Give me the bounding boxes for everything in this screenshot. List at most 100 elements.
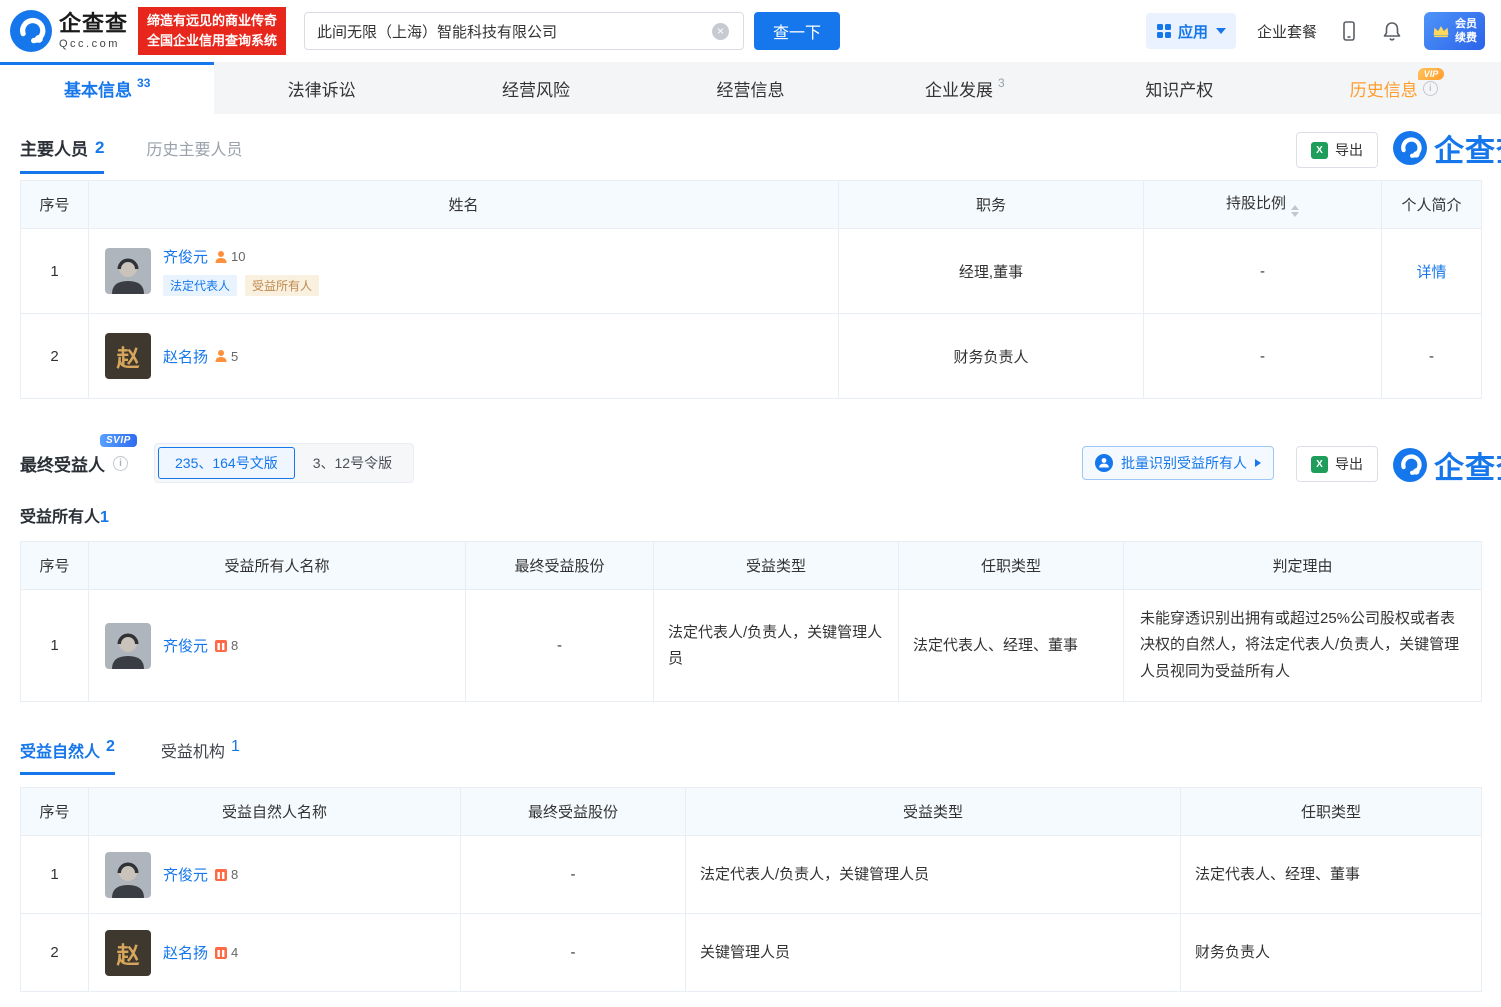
tab-history-info[interactable]: VIP 历史信息 i — [1287, 62, 1501, 114]
natural-person-count: 2 — [106, 738, 115, 762]
tab-enterprise-development[interactable]: 企业发展 3 — [858, 62, 1072, 114]
qcc-watermark-icon — [1393, 131, 1427, 165]
tab-basic-info[interactable]: 基本信息 33 — [0, 62, 214, 114]
key-personnel-header-row: 主要人员 2 历史主要人员 X 导出 企查查 — [20, 126, 1481, 174]
table-row: 1 齐俊元 10 — [21, 229, 1482, 314]
text-avatar: 赵 — [105, 333, 151, 379]
toggle-doc-235-164[interactable]: 235、164号文版 — [158, 447, 295, 479]
org-badge-icon — [214, 868, 228, 882]
col-natural-person-name: 受益自然人名称 — [89, 788, 461, 836]
search-button[interactable]: 查一下 — [754, 12, 840, 50]
col-final-shares: 最终受益股份 — [461, 788, 686, 836]
beneficial-owner-table: 序号 受益所有人名称 最终受益股份 受益类型 任职类型 判定理由 1 齐俊元 — [20, 541, 1482, 702]
toggle-decree-3-12[interactable]: 3、12号令版 — [295, 448, 410, 478]
key-personnel-count: 2 — [95, 138, 104, 158]
tab-operating-info[interactable]: 经营信息 — [643, 62, 857, 114]
tab-historical-key-personnel[interactable]: 历史主要人员 — [146, 136, 242, 174]
clear-search-icon[interactable]: × — [712, 23, 729, 40]
crown-icon — [1432, 24, 1450, 38]
job-type-cell: 财务负责人 — [1181, 914, 1482, 992]
benefit-type-cell: 法定代表人/负责人，关键管理人员 — [654, 590, 899, 702]
app-menu-button[interactable]: 应用 — [1146, 13, 1236, 49]
person-name-link[interactable]: 齐俊元 — [163, 864, 208, 885]
mobile-phone-icon[interactable] — [1338, 20, 1360, 42]
vip-renew-button[interactable]: 会员 续费 — [1424, 12, 1485, 51]
col-judgment-reason: 判定理由 — [1124, 542, 1482, 590]
table-row: 1 齐俊元 8 - — [21, 590, 1482, 702]
person-name-link[interactable]: 赵名扬 — [163, 346, 208, 367]
text-avatar: 赵 — [105, 930, 151, 976]
tab-beneficial-institution[interactable]: 受益机构 1 — [161, 738, 240, 775]
person-photo-avatar — [105, 623, 151, 669]
qcc-company-page: 企查查 Qcc.com 缔造有远见的商业传奇 全国企业信用查询系统 × 查一下 … — [0, 0, 1501, 1007]
version-toggle-group: 235、164号文版 3、12号令版 — [154, 443, 414, 483]
qcc-watermark: 企查查 — [1393, 443, 1501, 487]
org-badge-icon — [214, 639, 228, 653]
detail-link[interactable]: 详情 — [1416, 264, 1446, 281]
tab-intellectual-property[interactable]: 知识产权 — [1072, 62, 1286, 114]
top-bar: 企查查 Qcc.com 缔造有远见的商业传奇 全国企业信用查询系统 × 查一下 … — [0, 0, 1501, 62]
info-icon: i — [1423, 81, 1438, 96]
tab-key-personnel[interactable]: 主要人员 2 — [20, 135, 104, 174]
job-type-cell: 法定代表人、经理、董事 — [1181, 836, 1482, 914]
chevron-down-icon — [1216, 28, 1226, 34]
sort-icon[interactable] — [1291, 205, 1299, 217]
share-ratio-cell: - — [1144, 314, 1382, 399]
beneficial-owner-tag: 受益所有人 — [245, 275, 319, 296]
person-photo-avatar — [105, 248, 151, 294]
qcc-logo[interactable]: 企查查 Qcc.com — [10, 10, 128, 52]
person-photo-avatar — [105, 852, 151, 898]
qcc-watermark-icon — [1393, 448, 1427, 482]
content-area: 主要人员 2 历史主要人员 X 导出 企查查 序号 姓名 职务 — [0, 126, 1501, 992]
position-cell: 经理,董事 — [839, 229, 1144, 314]
beneficiary-sub-tabs: 受益自然人 2 受益机构 1 — [20, 738, 1481, 775]
excel-icon: X — [1311, 142, 1328, 159]
share-ratio-cell: - — [1144, 229, 1382, 314]
search-bar: × 查一下 — [304, 12, 840, 50]
benefit-type-cell: 关键管理人员 — [686, 914, 1181, 992]
search-input[interactable] — [304, 12, 744, 50]
related-companies-badge[interactable]: 10 — [214, 249, 245, 264]
batch-identify-button[interactable]: 批量识别受益所有人 — [1082, 446, 1274, 480]
person-badge-icon — [214, 250, 228, 264]
table-row: 1 齐俊元 8 - — [21, 836, 1482, 914]
col-name: 姓名 — [89, 181, 839, 229]
person-name-link[interactable]: 齐俊元 — [163, 246, 208, 267]
batch-identify-icon — [1095, 454, 1113, 472]
related-companies-badge[interactable]: 4 — [214, 945, 238, 960]
table-row: 2 赵 赵名扬 5 财 — [21, 314, 1482, 399]
qcc-logo-icon — [10, 10, 52, 52]
beneficial-owner-subtitle: 受益所有人1 — [20, 503, 1481, 527]
person-name-link[interactable]: 赵名扬 — [163, 942, 208, 963]
col-no: 序号 — [21, 181, 89, 229]
col-benefit-type: 受益类型 — [654, 542, 899, 590]
export-button[interactable]: X 导出 — [1296, 132, 1378, 168]
tab-beneficial-natural-person[interactable]: 受益自然人 2 — [20, 738, 115, 775]
table-header-row: 序号 受益自然人名称 最终受益股份 受益类型 任职类型 — [21, 788, 1482, 836]
col-position: 职务 — [839, 181, 1144, 229]
legal-rep-tag: 法定代表人 — [163, 275, 237, 296]
tab-operating-risk[interactable]: 经营风险 — [429, 62, 643, 114]
col-no: 序号 — [21, 542, 89, 590]
vip-line2: 续费 — [1455, 31, 1477, 45]
ultimate-beneficiary-header-row: SVIP 最终受益人 i 235、164号文版 3、12号令版 批量识别受益所有… — [20, 443, 1481, 483]
related-companies-badge[interactable]: 8 — [214, 867, 238, 882]
tab-legal-litigation[interactable]: 法律诉讼 — [214, 62, 428, 114]
excel-icon: X — [1311, 456, 1328, 473]
vip-badge: VIP — [1418, 68, 1445, 80]
shares-cell: - — [461, 914, 686, 992]
notification-bell-icon[interactable] — [1381, 20, 1403, 42]
benefit-type-cell: 法定代表人/负责人，关键管理人员 — [686, 836, 1181, 914]
main-tab-bar: 基本信息 33 法律诉讼 经营风险 经营信息 企业发展 3 知识产权 VIP 历… — [0, 62, 1501, 114]
person-name-link[interactable]: 齐俊元 — [163, 635, 208, 656]
arrow-right-icon — [1255, 459, 1261, 467]
related-companies-badge[interactable]: 8 — [214, 638, 238, 653]
ultimate-beneficiary-title: SVIP 最终受益人 i — [20, 451, 128, 476]
svip-badge: SVIP — [100, 434, 137, 447]
brand-slogan: 缔造有远见的商业传奇 全国企业信用查询系统 — [138, 7, 286, 55]
related-companies-badge[interactable]: 5 — [214, 349, 238, 364]
enterprise-package-link[interactable]: 企业套餐 — [1257, 21, 1317, 42]
export-button[interactable]: X 导出 — [1296, 446, 1378, 482]
col-benefit-type: 受益类型 — [686, 788, 1181, 836]
judgment-reason-cell: 未能穿透识别出拥有或超过25%公司股权或者表决权的自然人，将法定代表人/负责人，… — [1124, 590, 1482, 702]
